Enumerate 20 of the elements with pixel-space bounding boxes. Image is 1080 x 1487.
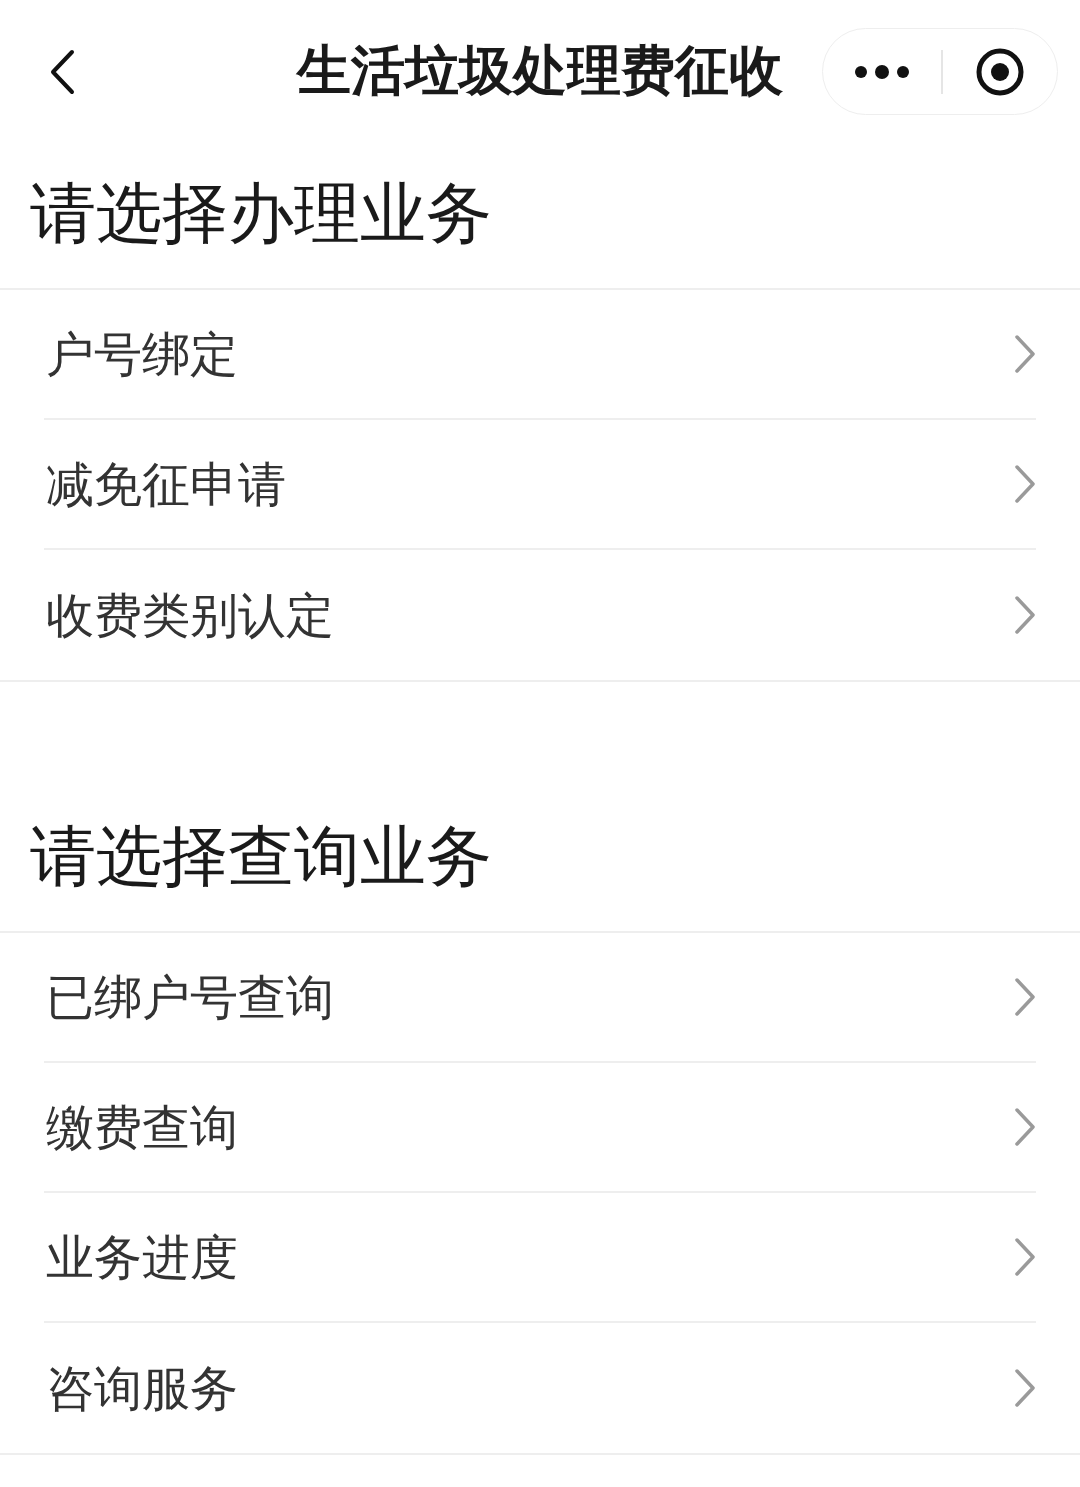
menu-item[interactable]: 咨询服务 [44,1323,1036,1453]
chevron-right-icon [1014,595,1036,635]
chevron-right-icon [1014,334,1036,374]
chevron-right-icon [1014,1237,1036,1277]
chevron-right-icon [1014,1107,1036,1147]
menu-item[interactable]: 业务进度 [44,1193,1036,1323]
menu-item[interactable]: 已绑户号查询 [44,933,1036,1063]
menu-item[interactable]: 户号绑定 [44,290,1036,420]
menu-item[interactable]: 缴费查询 [44,1063,1036,1193]
chevron-right-icon [1014,464,1036,504]
menu-item[interactable]: 减免征申请 [44,420,1036,550]
menu-item[interactable]: 收费类别认定 [44,550,1036,680]
chevron-right-icon [1014,977,1036,1017]
page-title: 生活垃圾处理费征收 [295,38,784,104]
chevron-right-icon [1014,1368,1036,1408]
section-title: 请选择查询业务 [30,819,492,895]
more-icon [854,64,910,79]
section-title: 请选择办理业务 [30,176,492,252]
target-icon [975,46,1025,97]
chevron-left-icon [49,49,75,95]
